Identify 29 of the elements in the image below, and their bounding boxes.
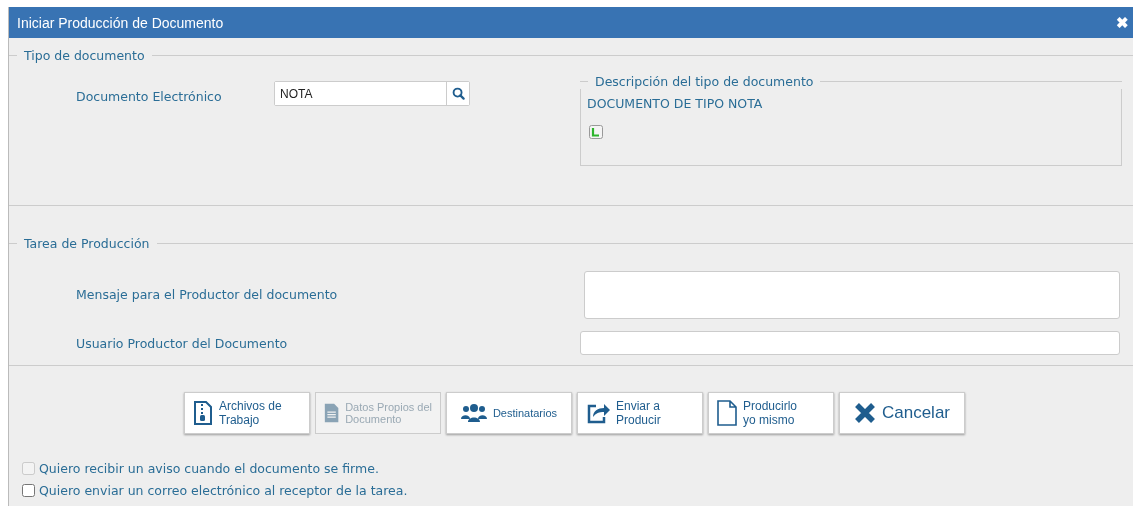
action-button[interactable]: Enviar a Producir [577, 392, 703, 434]
document-icon [324, 401, 340, 425]
checkbox[interactable] [22, 484, 35, 497]
share-icon [586, 402, 610, 424]
close-button[interactable]: ✖ [1116, 13, 1129, 32]
window-title: Iniciar Producción de Documento [17, 14, 224, 31]
field-label: Usuario Productor del Documento [76, 335, 288, 351]
field-label: Mensaje para el Productor del documento [76, 287, 338, 302]
search-icon [451, 87, 465, 100]
section-legend: Tipo de documento [17, 48, 152, 63]
action-button[interactable]: Producirlo yo mismo [708, 392, 834, 434]
action-button[interactable]: Destinatarios [446, 392, 572, 434]
message-field[interactable] [584, 270, 1120, 319]
action-button[interactable]: Cancelar [839, 392, 965, 434]
section-legend: Tarea de Producción [17, 236, 157, 251]
group-icon [460, 403, 487, 423]
action-button[interactable]: Archivos de Trabajo [184, 392, 310, 434]
search-field[interactable]: NOTA [274, 81, 470, 106]
document-icon[interactable] [589, 125, 603, 139]
zip-file-icon [193, 401, 213, 425]
user-field[interactable] [580, 331, 1120, 355]
option-label: Quiero enviar un correo electrónico al receptor de la tarea. [39, 483, 408, 498]
description-text: DOCUMENTO DE TIPO NOTA [587, 96, 764, 111]
field-label: Documento Electrónico [76, 89, 223, 104]
option-label: Quiero recibir un aviso cuando el documento se firme. [39, 461, 379, 476]
panel-legend: Descripción del tipo de documento [588, 74, 821, 89]
cancel-icon [853, 402, 876, 424]
search-button[interactable] [446, 82, 469, 105]
blank-page-icon [717, 400, 737, 426]
